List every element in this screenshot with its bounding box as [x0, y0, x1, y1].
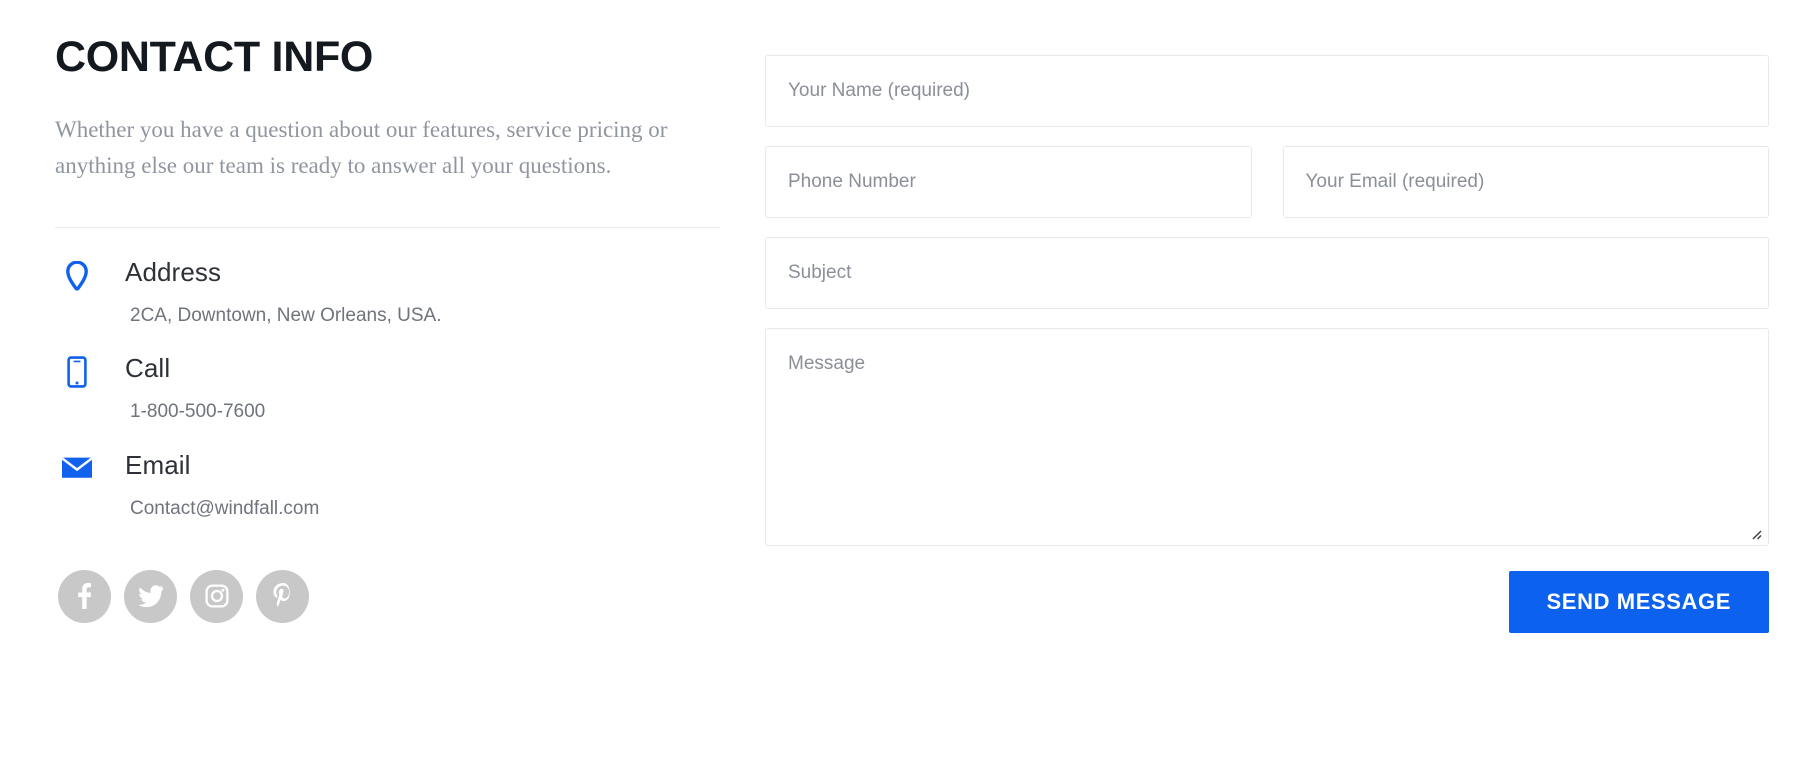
pinterest-icon	[272, 583, 294, 609]
subject-input[interactable]	[765, 237, 1769, 309]
message-field-wrapper	[765, 328, 1769, 546]
social-links	[55, 570, 720, 623]
social-link-facebook[interactable]	[58, 570, 111, 623]
contact-item-label: Address	[125, 258, 720, 288]
envelope-icon	[60, 453, 94, 485]
twitter-icon	[138, 585, 164, 607]
location-pin-icon	[60, 260, 94, 292]
contact-form: SEND MESSAGE	[720, 0, 1800, 633]
page-title: CONTACT INFO	[55, 35, 720, 80]
name-input[interactable]	[765, 55, 1769, 127]
contact-item-address: Address 2CA, Downtown, New Orleans, USA.	[55, 258, 720, 329]
contact-item-call: Call 1-800-500-7600	[55, 354, 720, 425]
phone-input[interactable]	[765, 146, 1252, 218]
contact-item-email: Email Contact@windfall.com	[55, 451, 720, 522]
social-link-pinterest[interactable]	[256, 570, 309, 623]
submit-row: SEND MESSAGE	[765, 571, 1769, 633]
instagram-icon	[205, 584, 229, 608]
contact-item-value: 2CA, Downtown, New Orleans, USA.	[125, 304, 720, 329]
contact-details-list: Address 2CA, Downtown, New Orleans, USA.…	[55, 258, 720, 522]
send-message-button[interactable]: SEND MESSAGE	[1509, 571, 1769, 633]
email-input[interactable]	[1283, 146, 1770, 218]
social-link-instagram[interactable]	[190, 570, 243, 623]
social-link-twitter[interactable]	[124, 570, 177, 623]
contact-item-label: Email	[125, 451, 720, 481]
contact-description: Whether you have a question about our fe…	[55, 112, 675, 185]
contact-item-value: 1-800-500-7600	[125, 400, 720, 425]
phone-email-row	[765, 146, 1769, 218]
message-textarea[interactable]	[765, 328, 1769, 546]
contact-item-value: Contact@windfall.com	[125, 497, 720, 522]
mobile-phone-icon	[60, 356, 94, 388]
contact-page: CONTACT INFO Whether you have a question…	[0, 0, 1800, 777]
section-divider	[55, 227, 720, 228]
contact-item-label: Call	[125, 354, 720, 384]
facebook-icon	[78, 583, 91, 609]
contact-info-column: CONTACT INFO Whether you have a question…	[0, 0, 720, 623]
